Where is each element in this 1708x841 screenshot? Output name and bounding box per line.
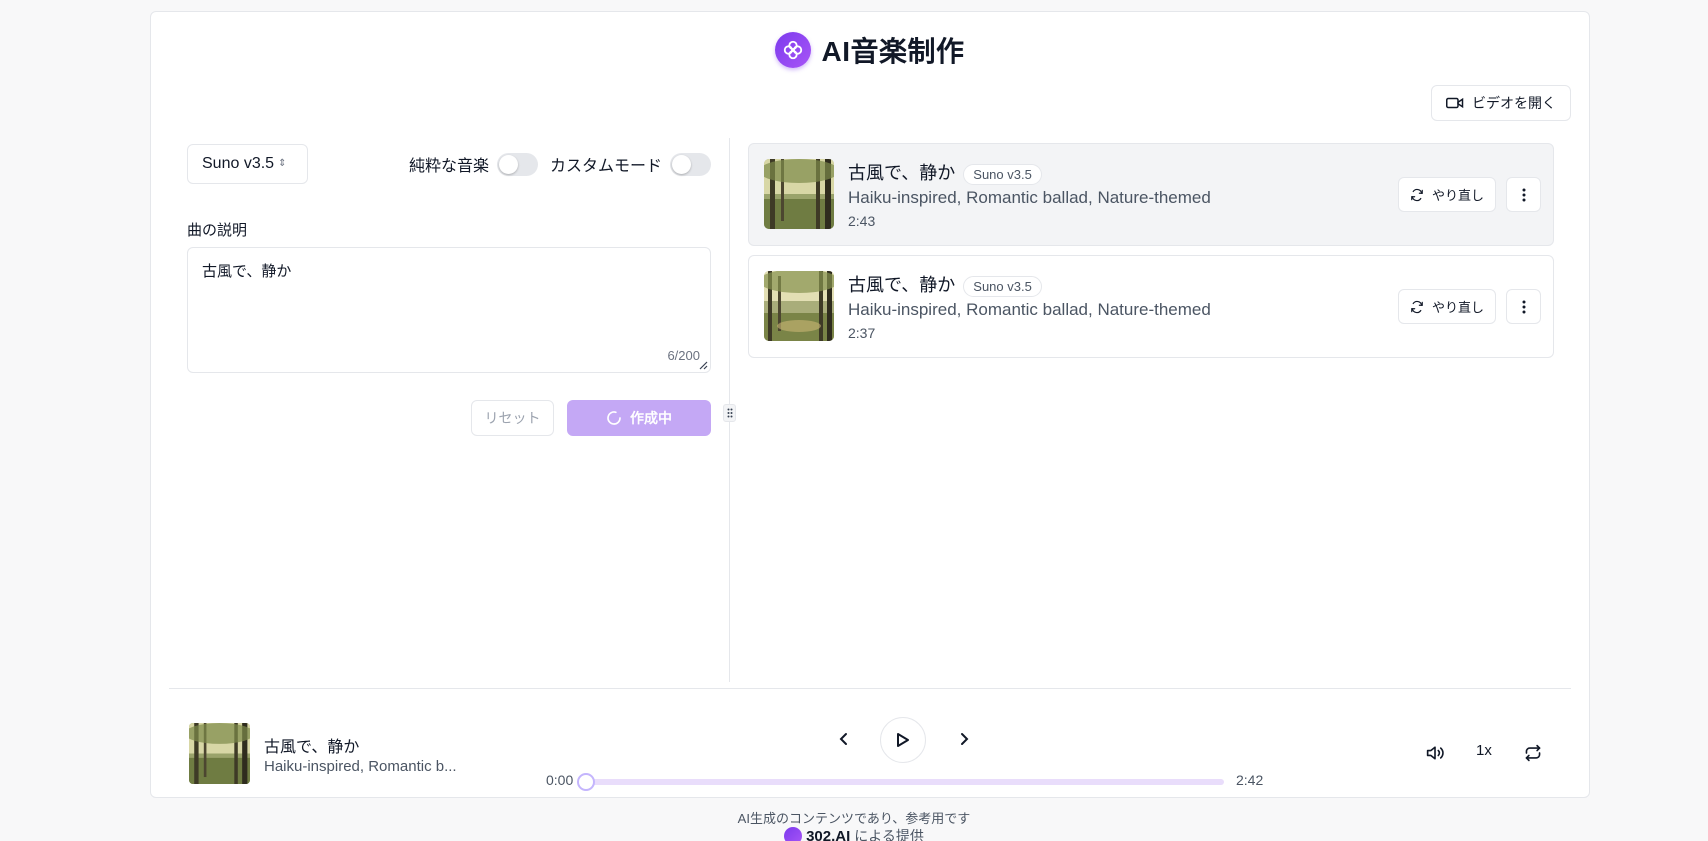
switch-knob: [672, 154, 691, 174]
description-textarea[interactable]: 古風で、静か: [188, 248, 710, 372]
reset-button[interactable]: リセット: [471, 400, 554, 436]
audio-player: 古風で、静か Haiku-inspired, Romantic b... 0:0…: [151, 689, 1589, 798]
app-logo-icon: [775, 32, 812, 68]
page-title: AI音楽制作: [821, 36, 965, 67]
player-title: 古風で、静か: [264, 739, 360, 756]
model-select-value: Suno v3.5: [202, 155, 275, 172]
loading-spinner-icon: [607, 411, 621, 425]
app-header: AI音楽制作: [151, 30, 1589, 70]
more-vertical-icon: [1522, 300, 1525, 313]
play-icon: [897, 733, 909, 747]
song-duration: 2:43: [848, 213, 876, 229]
song-title-row: 古風で、静か Suno v3.5: [848, 159, 1042, 185]
song-card[interactable]: 古風で、静か Suno v3.5 Haiku-inspired, Romantic…: [748, 143, 1554, 246]
model-badge: Suno v3.5: [963, 163, 1042, 185]
more-options-button[interactable]: [1506, 289, 1541, 324]
video-camera-icon: [1446, 97, 1464, 109]
total-time: 2:42: [1236, 772, 1264, 788]
song-cover-image: [764, 159, 834, 229]
resize-grip-icon[interactable]: [698, 360, 708, 370]
progress-thumb[interactable]: [577, 773, 595, 791]
custom-mode-label: カスタムモード: [549, 158, 662, 175]
description-label: 曲の説明: [187, 222, 248, 239]
main-card: AI音楽制作 ビデオを開く Suno v3.5 ⇕ 純粋な音楽 カスタムモード …: [150, 11, 1590, 798]
retry-button[interactable]: やり直し: [1397, 177, 1496, 212]
song-title-row: 古風で、静か Suno v3.5: [848, 271, 1042, 297]
create-button[interactable]: 作成中: [567, 400, 711, 436]
open-video-button[interactable]: ビデオを開く: [1431, 85, 1571, 121]
more-vertical-icon: [1522, 188, 1525, 201]
song-title: 古風で、静か: [848, 163, 956, 183]
previous-track-button[interactable]: [831, 726, 857, 752]
mode-toggles: 純粋な音楽 カスタムモード: [409, 152, 711, 176]
player-cover-image: [189, 723, 250, 784]
progress-slider[interactable]: [577, 773, 1224, 791]
song-cover-image: [764, 271, 834, 341]
refresh-icon: [1411, 300, 1423, 313]
instrumental-label: 純粋な音楽: [408, 158, 489, 175]
more-options-button[interactable]: [1506, 177, 1541, 212]
playback-speed-button[interactable]: 1x: [1476, 742, 1492, 759]
song-tags: Haiku-inspired, Romantic ballad, Nature-…: [848, 300, 1211, 319]
chevron-left-icon: [839, 733, 847, 745]
grip-dots-icon: [727, 408, 732, 418]
footer-brand: 302.AI による提供: [0, 826, 1708, 841]
volume-button[interactable]: [1423, 741, 1447, 765]
song-tags: Haiku-inspired, Romantic ballad, Nature-…: [848, 188, 1211, 207]
instrumental-toggle-group: 純粋な音楽: [409, 152, 538, 176]
repeat-icon: [1525, 744, 1541, 762]
retry-label: やり直し: [1431, 300, 1484, 315]
description-field-wrapper: 古風で、静か 6/200: [187, 247, 711, 373]
song-card[interactable]: 古風で、静か Suno v3.5 Haiku-inspired, Romantic…: [748, 255, 1554, 358]
create-button-label: 作成中: [630, 410, 672, 426]
retry-button[interactable]: やり直し: [1397, 289, 1496, 324]
song-title: 古風で、静か: [848, 275, 956, 295]
player-tags: Haiku-inspired, Romantic b...: [264, 758, 457, 775]
custom-mode-switch[interactable]: [670, 152, 711, 176]
refresh-icon: [1411, 188, 1423, 201]
brand-logo-icon: [784, 827, 803, 841]
model-badge: Suno v3.5: [963, 275, 1042, 297]
switch-knob: [498, 154, 518, 174]
retry-label: やり直し: [1431, 188, 1484, 203]
volume-icon: [1426, 746, 1444, 760]
open-video-label: ビデオを開く: [1472, 95, 1556, 111]
brand-suffix: による提供: [854, 828, 924, 841]
chevron-right-icon: [961, 733, 969, 745]
current-time: 0:00: [546, 772, 574, 788]
instrumental-switch[interactable]: [496, 152, 538, 176]
song-duration: 2:37: [848, 325, 876, 341]
brand-name-link[interactable]: 302.AI: [806, 828, 850, 841]
repeat-button[interactable]: [1521, 741, 1545, 765]
footer-disclaimer: AI生成のコンテンツであり、参考用です: [737, 811, 971, 826]
custom-mode-toggle-group: カスタムモード: [550, 152, 711, 176]
char-count: 6/200: [667, 348, 700, 363]
next-track-button[interactable]: [951, 726, 977, 752]
play-button[interactable]: [880, 717, 926, 763]
chevron-up-down-icon: ⇕: [278, 158, 287, 169]
model-select[interactable]: Suno v3.5 ⇕: [187, 144, 308, 184]
song-list: 古風で、静か Suno v3.5 Haiku-inspired, Romantic…: [748, 143, 1554, 367]
panel-resize-handle[interactable]: [723, 404, 736, 422]
